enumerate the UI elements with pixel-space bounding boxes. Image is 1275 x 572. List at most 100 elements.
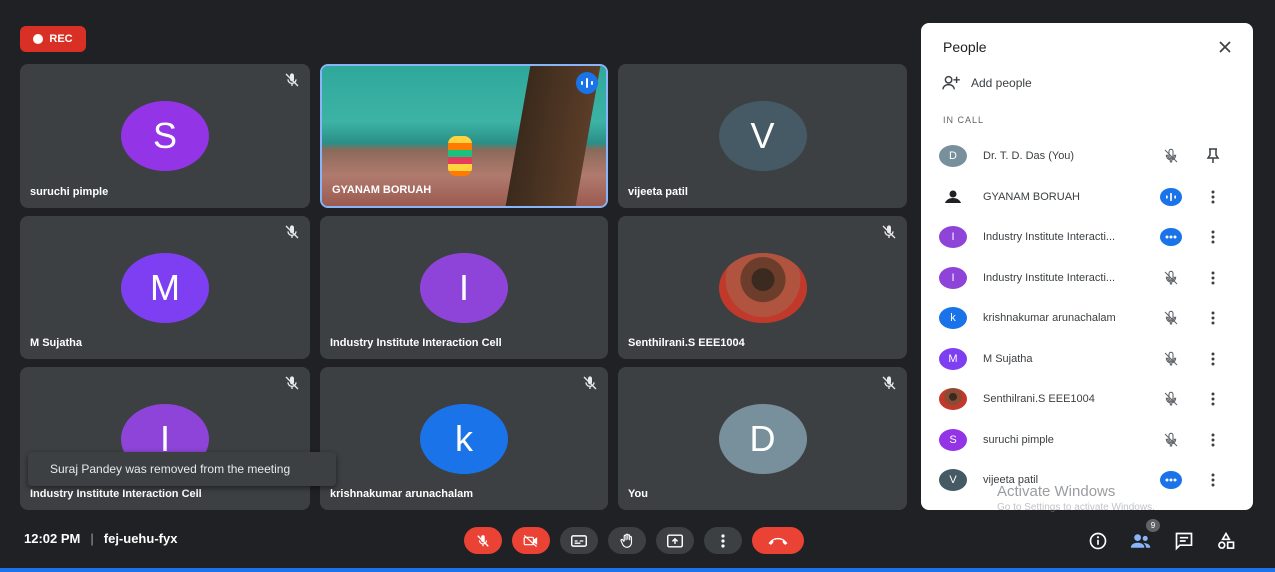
participant-tile[interactable]: k krishnakumar arunachalam	[320, 367, 608, 510]
mic-off-icon	[1159, 145, 1183, 167]
mic-off-icon	[1159, 307, 1183, 329]
captions-icon	[571, 534, 587, 547]
add-people-label: Add people	[971, 76, 1032, 90]
participant-avatar: D	[718, 403, 807, 474]
chat-button[interactable]	[1172, 529, 1196, 553]
participant-row[interactable]: Senthilrani.S EEE1004	[921, 379, 1253, 420]
participant-row[interactable]: M M Sujatha	[921, 339, 1253, 380]
mic-off-icon	[285, 376, 299, 390]
add-person-icon	[942, 75, 960, 90]
participant-name: M Sujatha	[30, 337, 82, 349]
participant-row[interactable]: D Dr. T. D. Das (You)	[921, 136, 1253, 177]
video-grid: S suruchi pimple GYANAM BORUAH V vijeeta…	[20, 64, 907, 510]
mic-toggle-button[interactable]	[464, 527, 502, 554]
audio-dots-icon	[1159, 226, 1183, 248]
more-options-icon[interactable]	[1205, 429, 1221, 451]
mic-off-icon	[1159, 429, 1183, 451]
camera-toggle-button[interactable]	[512, 527, 550, 554]
bottom-bar: 12:02 PM | fej-uehu-fyx	[0, 515, 1275, 572]
present-screen-button[interactable]	[656, 527, 694, 554]
meeting-code[interactable]: fej-uehu-fyx	[104, 531, 178, 546]
participant-avatar: M	[939, 347, 967, 370]
participant-row[interactable]: k krishnakumar arunachalam	[921, 298, 1253, 339]
participant-tile[interactable]: I Industry Institute Interaction Cell	[20, 367, 310, 510]
participant-avatar: D	[939, 145, 967, 168]
people-icon	[1130, 534, 1151, 548]
presenting-avatar-icon	[939, 186, 967, 208]
mic-off-icon	[882, 225, 896, 239]
separator: |	[90, 531, 94, 546]
participant-tile[interactable]: I Industry Institute Interaction Cell	[320, 216, 608, 359]
leave-call-button[interactable]	[752, 527, 804, 554]
participant-name: Industry Institute Interaction Cell	[330, 337, 502, 349]
participant-name: Industry Institute Interaction Cell	[30, 488, 202, 500]
people-panel: People Add people IN CALL D Dr. T. D. Da…	[921, 23, 1253, 510]
participant-count-badge: 9	[1146, 519, 1160, 532]
present-icon	[667, 533, 683, 548]
mic-off-icon	[882, 376, 896, 390]
mic-off-icon	[583, 376, 597, 390]
participant-row[interactable]: I Industry Institute Interacti...	[921, 258, 1253, 299]
window-edge	[0, 568, 1275, 572]
end-call-icon	[768, 537, 788, 545]
mic-off-icon	[1159, 267, 1183, 289]
captions-button[interactable]	[560, 527, 598, 554]
meeting-details: 12:02 PM | fej-uehu-fyx	[24, 531, 177, 546]
audio-dots-icon	[1159, 469, 1183, 491]
participant-tile[interactable]: M M Sujatha	[20, 216, 310, 359]
hand-icon	[620, 533, 633, 548]
pin-icon[interactable]	[1205, 145, 1221, 167]
activities-button[interactable]	[1214, 529, 1238, 553]
participant-name: vijeeta patil	[628, 186, 688, 198]
participant-name: suruchi pimple	[983, 433, 1054, 446]
more-options-icon[interactable]	[1205, 186, 1221, 208]
mic-off-icon	[1159, 348, 1183, 370]
raise-hand-button[interactable]	[608, 527, 646, 554]
mic-off-icon	[285, 73, 299, 87]
participant-name: M Sujatha	[983, 352, 1033, 365]
more-options-icon[interactable]	[1205, 469, 1221, 491]
activation-watermark: Activate Windows	[997, 483, 1116, 500]
participant-tile[interactable]: Senthilrani.S EEE1004	[618, 216, 907, 359]
participant-avatar: M	[121, 252, 209, 323]
more-options-icon[interactable]	[1205, 388, 1221, 410]
more-vert-icon	[721, 533, 725, 548]
participant-name: You	[628, 488, 648, 500]
notification-toast: Suraj Pandey was removed from the meetin…	[28, 452, 336, 486]
activities-icon	[1218, 531, 1235, 549]
more-options-icon[interactable]	[1205, 226, 1221, 248]
mic-off-icon	[1159, 388, 1183, 410]
section-header: IN CALL	[943, 115, 985, 125]
self-tile[interactable]: D You	[618, 367, 907, 510]
close-icon[interactable]	[1215, 37, 1235, 57]
participant-video-tile[interactable]: GYANAM BORUAH	[320, 64, 608, 208]
participant-tile[interactable]: S suruchi pimple	[20, 64, 310, 208]
participant-row[interactable]: GYANAM BORUAH	[921, 177, 1253, 218]
participant-row[interactable]: I Industry Institute Interacti...	[921, 217, 1253, 258]
clock-time: 12:02 PM	[24, 531, 81, 546]
participant-avatar: k	[420, 403, 508, 474]
participant-photo	[939, 388, 967, 411]
more-options-icon[interactable]	[1205, 307, 1221, 329]
panel-title: People	[943, 39, 987, 55]
participant-avatar: V	[718, 101, 807, 171]
meeting-info-button[interactable]	[1086, 529, 1110, 553]
more-options-icon[interactable]	[1205, 267, 1221, 289]
participant-name: GYANAM BORUAH	[983, 190, 1080, 203]
participant-name: Industry Institute Interacti...	[983, 271, 1116, 284]
add-people-button[interactable]: Add people	[941, 75, 1032, 91]
more-options-button[interactable]	[704, 527, 742, 554]
participant-row[interactable]: S suruchi pimple	[921, 420, 1253, 461]
participant-avatar: V	[939, 469, 967, 492]
participant-tile[interactable]: V vijeeta patil	[618, 64, 907, 208]
participant-name: suruchi pimple	[30, 186, 109, 198]
participant-name: GYANAM BORUAH	[332, 184, 432, 196]
participant-name: krishnakumar arunachalam	[983, 312, 1116, 325]
participant-avatar: S	[939, 428, 967, 451]
more-options-icon[interactable]	[1205, 348, 1221, 370]
recording-label: REC	[49, 33, 73, 45]
speaking-indicator-icon	[576, 72, 598, 94]
people-button[interactable]	[1129, 529, 1153, 553]
mic-off-icon	[477, 534, 489, 547]
participant-name: krishnakumar arunachalam	[330, 488, 474, 500]
